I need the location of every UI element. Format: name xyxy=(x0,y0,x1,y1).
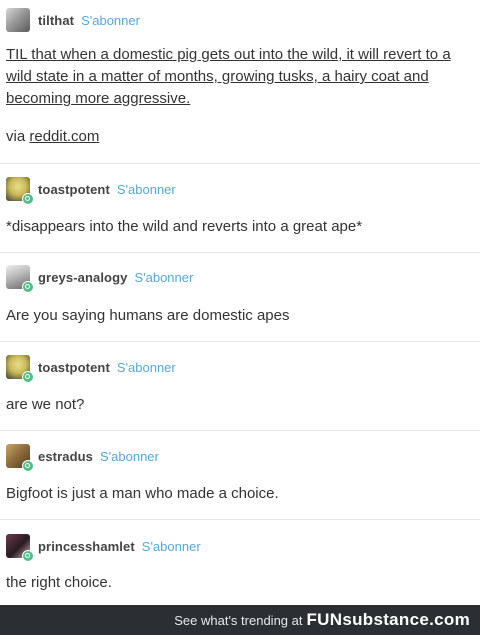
post-header: tilthat S'abonner xyxy=(6,8,140,32)
post-toastpotent: toastpotent S'abonner *disappears into t… xyxy=(0,164,480,253)
post-text: the right choice. xyxy=(6,574,112,591)
follow-button[interactable]: S'abonner xyxy=(142,539,201,554)
post-text: Are you saying humans are domestic apes xyxy=(6,307,290,324)
post-toastpotent-2: toastpotent S'abonner are we not? xyxy=(0,342,480,431)
username[interactable]: estradus xyxy=(38,449,93,464)
avatar[interactable] xyxy=(6,444,34,472)
post-text: *disappears into the wild and reverts in… xyxy=(6,218,363,235)
post-header: princesshamlet S'abonner xyxy=(6,534,201,562)
username[interactable]: toastpotent xyxy=(38,182,110,197)
post-estradus: estradus S'abonner Bigfoot is just a man… xyxy=(0,431,480,520)
brand-logo[interactable]: FUNsubstance.com xyxy=(306,610,470,630)
trending-text: See what's trending at xyxy=(174,612,303,628)
post-greys-analogy: greys-analogy S'abonner Are you saying h… xyxy=(0,253,480,342)
post-header: toastpotent S'abonner xyxy=(6,355,176,383)
username[interactable]: greys-analogy xyxy=(38,270,127,285)
post-text: TIL that when a domestic pig gets out in… xyxy=(6,44,470,110)
reblog-badge-icon xyxy=(22,371,34,383)
post-tilthat: tilthat S'abonner TIL that when a domest… xyxy=(0,0,480,164)
username[interactable]: toastpotent xyxy=(38,360,110,375)
avatar[interactable] xyxy=(6,265,34,293)
reblog-badge-icon xyxy=(22,550,34,562)
post-source: via reddit.com xyxy=(6,126,470,148)
follow-button[interactable]: S'abonner xyxy=(117,360,176,375)
watermark-footer: See what's trending at FUNsubstance.com xyxy=(0,605,480,635)
follow-button[interactable]: S'abonner xyxy=(134,270,193,285)
avatar[interactable] xyxy=(6,534,34,562)
post-text: are we not? xyxy=(6,396,85,413)
post-link-text[interactable]: TIL that when a domestic pig gets out in… xyxy=(6,46,451,107)
reblog-badge-icon xyxy=(22,193,34,205)
post-header: toastpotent S'abonner xyxy=(6,177,176,205)
reblog-badge-icon xyxy=(22,460,34,472)
post-header: greys-analogy S'abonner xyxy=(6,265,193,293)
via-label: via xyxy=(6,128,26,145)
avatar[interactable] xyxy=(6,8,30,32)
post-header: estradus S'abonner xyxy=(6,444,159,472)
username[interactable]: tilthat xyxy=(38,13,74,28)
post-princesshamlet: princesshamlet S'abonner the right choic… xyxy=(0,520,480,605)
via-link[interactable]: reddit.com xyxy=(29,128,99,145)
avatar[interactable] xyxy=(6,177,34,205)
avatar[interactable] xyxy=(6,355,34,383)
reblog-badge-icon xyxy=(22,281,34,293)
follow-button[interactable]: S'abonner xyxy=(81,13,140,28)
post-text: Bigfoot is just a man who made a choice. xyxy=(6,485,279,502)
follow-button[interactable]: S'abonner xyxy=(117,182,176,197)
follow-button[interactable]: S'abonner xyxy=(100,449,159,464)
username[interactable]: princesshamlet xyxy=(38,539,135,554)
